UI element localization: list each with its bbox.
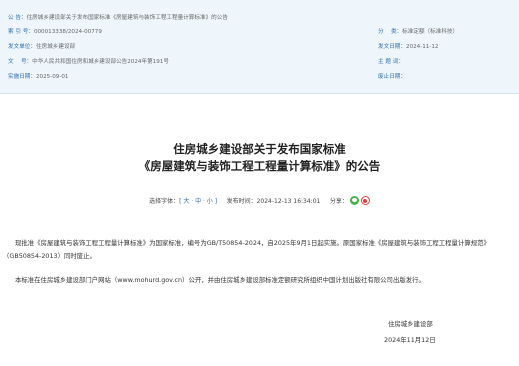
repeal-date-label: 废止日期： xyxy=(378,74,406,80)
issuer-label: 发文单位： xyxy=(8,44,36,50)
article-info-bar: 选择字体：[ 大 · 中 · 小 ] 发布时间：2024-12-13 16:34… xyxy=(0,196,519,206)
doc-number-label: 文 号： xyxy=(8,59,33,65)
weibo-icon[interactable] xyxy=(360,196,370,205)
issuer-value: 住房城乡建设部 xyxy=(35,44,76,50)
subject-words-label: 主 题 词： xyxy=(378,59,404,65)
repeal-date-row: 废止日期： xyxy=(378,72,406,80)
announcement-value: 住房城乡建设部关于发布国家标准《房屋建筑与装饰工程工程量计算标准》的公告 xyxy=(26,15,228,21)
index-number-value: 000013338/2024-00779 xyxy=(33,29,102,35)
body-paragraph-1: 现批准《房屋建筑与装饰工程工程量计算标准》为国家标准，编号为GB/T50854-… xyxy=(3,239,490,260)
doc-number-value: 中华人民共和国住房和城乡建设部公告2024年第191号 xyxy=(32,59,169,65)
effective-date-value: 2025-09-01 xyxy=(35,74,69,80)
font-size-selector[interactable]: [ 大 · 中 · 小 ] xyxy=(179,198,217,205)
publish-time-value: 2024-12-13 16:34:01 xyxy=(256,198,321,205)
effective-date-row: 实施日期：2025-09-01 xyxy=(8,72,69,80)
issuer-row: 发文单位：住房城乡建设部 xyxy=(8,42,75,50)
share-label: 分享： xyxy=(329,198,348,205)
category-label: 分 类： xyxy=(378,29,403,35)
issue-date-label: 发文日期： xyxy=(378,44,406,50)
announcement-heading: 公 告：住房城乡建设部关于发布国家标准《房屋建筑与装饰工程工程量计算标准》的公告 xyxy=(8,13,228,21)
issue-date-row: 发文日期：2024-11-12 xyxy=(378,42,439,50)
page-title-line-1: 住房城乡建设部关于发布国家标准 xyxy=(173,142,346,156)
subject-words-row: 主 题 词： xyxy=(378,57,404,65)
publish-time-label: 发布时间： xyxy=(226,198,257,205)
effective-date-label: 实施日期： xyxy=(8,74,36,80)
wechat-icon[interactable] xyxy=(349,196,359,205)
signature-org: 住房城乡建设部 xyxy=(388,320,433,328)
page-title-line-2: 《房屋建筑与装饰工程工程量计算标准》的公告 xyxy=(138,159,381,173)
doc-number-row: 文 号：中华人民共和国住房和城乡建设部公告2024年第191号 xyxy=(8,57,169,65)
font-size-label: 选择字体： xyxy=(149,198,180,205)
index-number-row: 索 引 号：000013338/2024-00779 xyxy=(8,27,102,35)
index-number-label: 索 引 号： xyxy=(8,29,34,35)
body-paragraph-2: 本标准在住房城乡建设部门户网站（www.mohurd.gov.cn）公开，并由住… xyxy=(15,276,425,284)
category-row: 分 类：标准定额（标准科技） xyxy=(378,27,458,35)
document-metadata-panel: 公 告：住房城乡建设部关于发布国家标准《房屋建筑与装饰工程工程量计算标准》的公告… xyxy=(0,0,519,94)
signature-date: 2024年11月12日 xyxy=(384,336,436,344)
category-value: 标准定额（标准科技） xyxy=(402,29,459,35)
issue-date-value: 2024-11-12 xyxy=(405,44,439,50)
announcement-key: 公 告： xyxy=(8,15,27,21)
